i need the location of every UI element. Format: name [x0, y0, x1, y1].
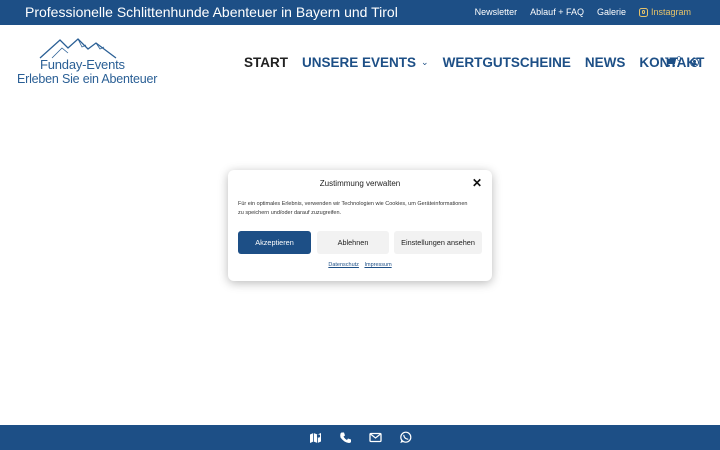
logo[interactable]: Funday-Events Erleben Sie ein Abenteuer: [14, 37, 158, 92]
nav-news[interactable]: NEWS: [585, 55, 626, 70]
footer-bar: [0, 425, 720, 450]
dialog-title: Zustimmung verwalten: [319, 179, 401, 188]
tagline: Professionelle Schlittenhunde Abenteuer …: [25, 4, 398, 20]
dialog-links: Datenschutz Impressum: [228, 262, 492, 268]
nav-start[interactable]: START: [244, 55, 288, 70]
cookie-consent-dialog: Zustimmung verwalten ✕ Für ein optimales…: [228, 170, 492, 281]
dialog-text: Für ein optimales Erlebnis, verwenden wi…: [238, 201, 468, 216]
faq-link[interactable]: Ablauf + FAQ: [530, 7, 584, 17]
gallery-link[interactable]: Galerie: [597, 7, 626, 17]
deny-button[interactable]: Ablehnen: [317, 231, 389, 254]
main-nav: START UNSERE EVENTS ⌄ WERTGUTSCHEINE NEW…: [244, 55, 718, 70]
accept-button[interactable]: Akzeptieren: [238, 231, 311, 254]
settings-button[interactable]: Einstellungen ansehen: [394, 231, 482, 254]
privacy-link[interactable]: Datenschutz: [328, 262, 359, 268]
whatsapp-icon[interactable]: [399, 431, 412, 444]
mountain-logo-icon: [39, 38, 117, 59]
newsletter-link[interactable]: Newsletter: [475, 7, 518, 17]
imprint-link[interactable]: Impressum: [364, 262, 391, 268]
chevron-down-icon: ⌄: [421, 57, 429, 67]
nav-vouchers[interactable]: WERTGUTSCHEINE: [443, 55, 571, 70]
close-icon[interactable]: ✕: [472, 177, 482, 189]
account-icon[interactable]: [690, 58, 699, 67]
top-bar: Professionelle Schlittenhunde Abenteuer …: [0, 0, 720, 25]
header: Funday-Events Erleben Sie ein Abenteuer …: [0, 25, 720, 100]
phone-icon[interactable]: [339, 431, 352, 444]
cart-icon: [665, 57, 676, 67]
nav-events[interactable]: UNSERE EVENTS ⌄: [302, 55, 429, 70]
logo-slogan: Erleben Sie ein Abenteuer: [17, 72, 158, 86]
nav-events-label: UNSERE EVENTS: [302, 55, 417, 70]
footer-icons: [309, 431, 412, 444]
cart-button[interactable]: 0: [665, 56, 681, 67]
map-icon[interactable]: [309, 431, 322, 444]
top-links: Newsletter Ablauf + FAQ Galerie Instagra…: [475, 7, 691, 17]
cart-count: 0: [677, 56, 681, 63]
instagram-icon: [638, 7, 648, 17]
logo-name: Funday-Events: [40, 57, 125, 72]
instagram-label: Instagram: [650, 7, 691, 17]
instagram-link[interactable]: Instagram: [638, 7, 691, 17]
email-icon[interactable]: [369, 431, 382, 444]
